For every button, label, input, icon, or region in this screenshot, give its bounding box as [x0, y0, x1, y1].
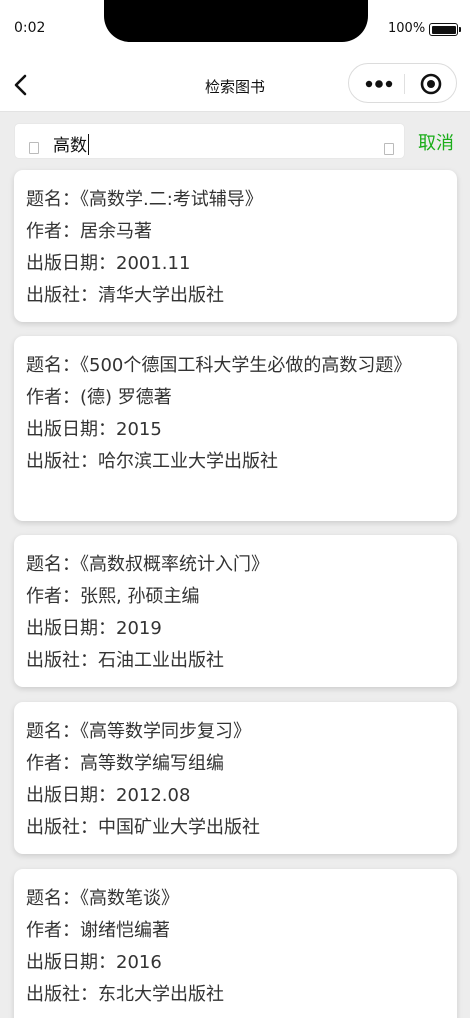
- book-date: 2019: [116, 618, 162, 639]
- book-title: 《高数学.二:考试辅导》: [80, 189, 263, 210]
- book-title-line: 题名：《高数叔概率统计入门》: [26, 554, 269, 575]
- search-icon: [29, 142, 39, 154]
- navigation-bar: 检索图书: [0, 58, 470, 112]
- camera-notch: [104, 0, 368, 42]
- book-date: 2016: [116, 952, 162, 973]
- book-title-line: 题名：《高数笔谈》: [26, 888, 179, 909]
- book-date-line: 出版日期：2016: [26, 952, 162, 973]
- text-cursor: [88, 134, 89, 155]
- search-bar: 高数 取消: [0, 113, 470, 167]
- book-publisher-line: 出版社：中国矿业大学出版社: [26, 817, 260, 838]
- book-publisher-line: 出版社：清华大学出版社: [26, 285, 224, 306]
- capsule-divider: [404, 74, 405, 94]
- book-date: 2001.11: [116, 253, 191, 274]
- book-date-line: 出版日期：2001.11: [26, 253, 191, 274]
- book-title: 《高数叔概率统计入门》: [80, 554, 269, 575]
- battery-icon: [429, 23, 461, 36]
- book-date: 2012.08: [116, 785, 191, 806]
- book-title: 《高数笔谈》: [80, 888, 179, 909]
- book-publisher-line: 出版社：哈尔滨工业大学出版社: [26, 451, 278, 472]
- book-author-line: 作者：张熙, 孙硕主编: [26, 586, 200, 607]
- book-date: 2015: [116, 419, 162, 440]
- close-mini-program-icon[interactable]: [420, 73, 442, 95]
- book-author-line: 作者：(德) 罗德著: [26, 387, 172, 408]
- book-card[interactable]: 题名：《500个德国工科大学生必做的高数习题》 作者：(德) 罗德著 出版日期：…: [14, 336, 457, 521]
- book-publisher: 中国矿业大学出版社: [98, 817, 260, 838]
- book-card[interactable]: 题名：《高数叔概率统计入门》 作者：张熙, 孙硕主编 出版日期：2019 出版社…: [14, 535, 457, 687]
- book-title-line: 题名：《高等数学同步复习》: [26, 721, 251, 742]
- book-card[interactable]: 题名：《高数笔谈》 作者：谢绪恺编著 出版日期：2016 出版社：东北大学出版社: [14, 869, 457, 1018]
- more-icon[interactable]: [365, 80, 393, 88]
- book-title-line: 题名：《高数学.二:考试辅导》: [26, 189, 263, 210]
- book-publisher: 清华大学出版社: [98, 285, 224, 306]
- book-author: 张熙, 孙硕主编: [80, 586, 200, 607]
- book-author: (德) 罗德著: [80, 387, 172, 408]
- book-publisher-line: 出版社：石油工业出版社: [26, 650, 224, 671]
- book-author: 谢绪恺编著: [80, 920, 170, 941]
- book-title: 《500个德国工科大学生必做的高数习题》: [80, 355, 412, 376]
- book-card[interactable]: 题名：《高等数学同步复习》 作者：高等数学编写组编 出版日期：2012.08 出…: [14, 702, 457, 854]
- book-publisher: 石油工业出版社: [98, 650, 224, 671]
- cancel-button[interactable]: 取消: [418, 129, 454, 155]
- book-author-line: 作者：高等数学编写组编: [26, 753, 224, 774]
- book-title: 《高等数学同步复习》: [80, 721, 251, 742]
- book-author: 居余马著: [80, 221, 152, 242]
- book-author-line: 作者：居余马著: [26, 221, 152, 242]
- book-date-line: 出版日期：2015: [26, 419, 162, 440]
- book-date-line: 出版日期：2012.08: [26, 785, 191, 806]
- book-author: 高等数学编写组编: [80, 753, 224, 774]
- book-publisher-line: 出版社：东北大学出版社: [26, 984, 224, 1005]
- book-date-line: 出版日期：2019: [26, 618, 162, 639]
- book-author-line: 作者：谢绪恺编著: [26, 920, 170, 941]
- book-publisher: 哈尔滨工业大学出版社: [98, 451, 278, 472]
- clear-icon[interactable]: [384, 143, 394, 155]
- book-publisher: 东北大学出版社: [98, 984, 224, 1005]
- mini-program-capsule: [348, 63, 457, 103]
- book-card[interactable]: 题名：《高数学.二:考试辅导》 作者：居余马著 出版日期：2001.11 出版社…: [14, 170, 457, 322]
- book-title-line: 题名：《500个德国工科大学生必做的高数习题》: [26, 355, 412, 376]
- status-bar: 0:02 100%: [0, 0, 470, 58]
- search-query: 高数: [53, 136, 87, 156]
- battery-percentage: 100%: [388, 21, 426, 36]
- status-time: 0:02: [14, 20, 46, 36]
- search-input[interactable]: 高数: [14, 123, 405, 159]
